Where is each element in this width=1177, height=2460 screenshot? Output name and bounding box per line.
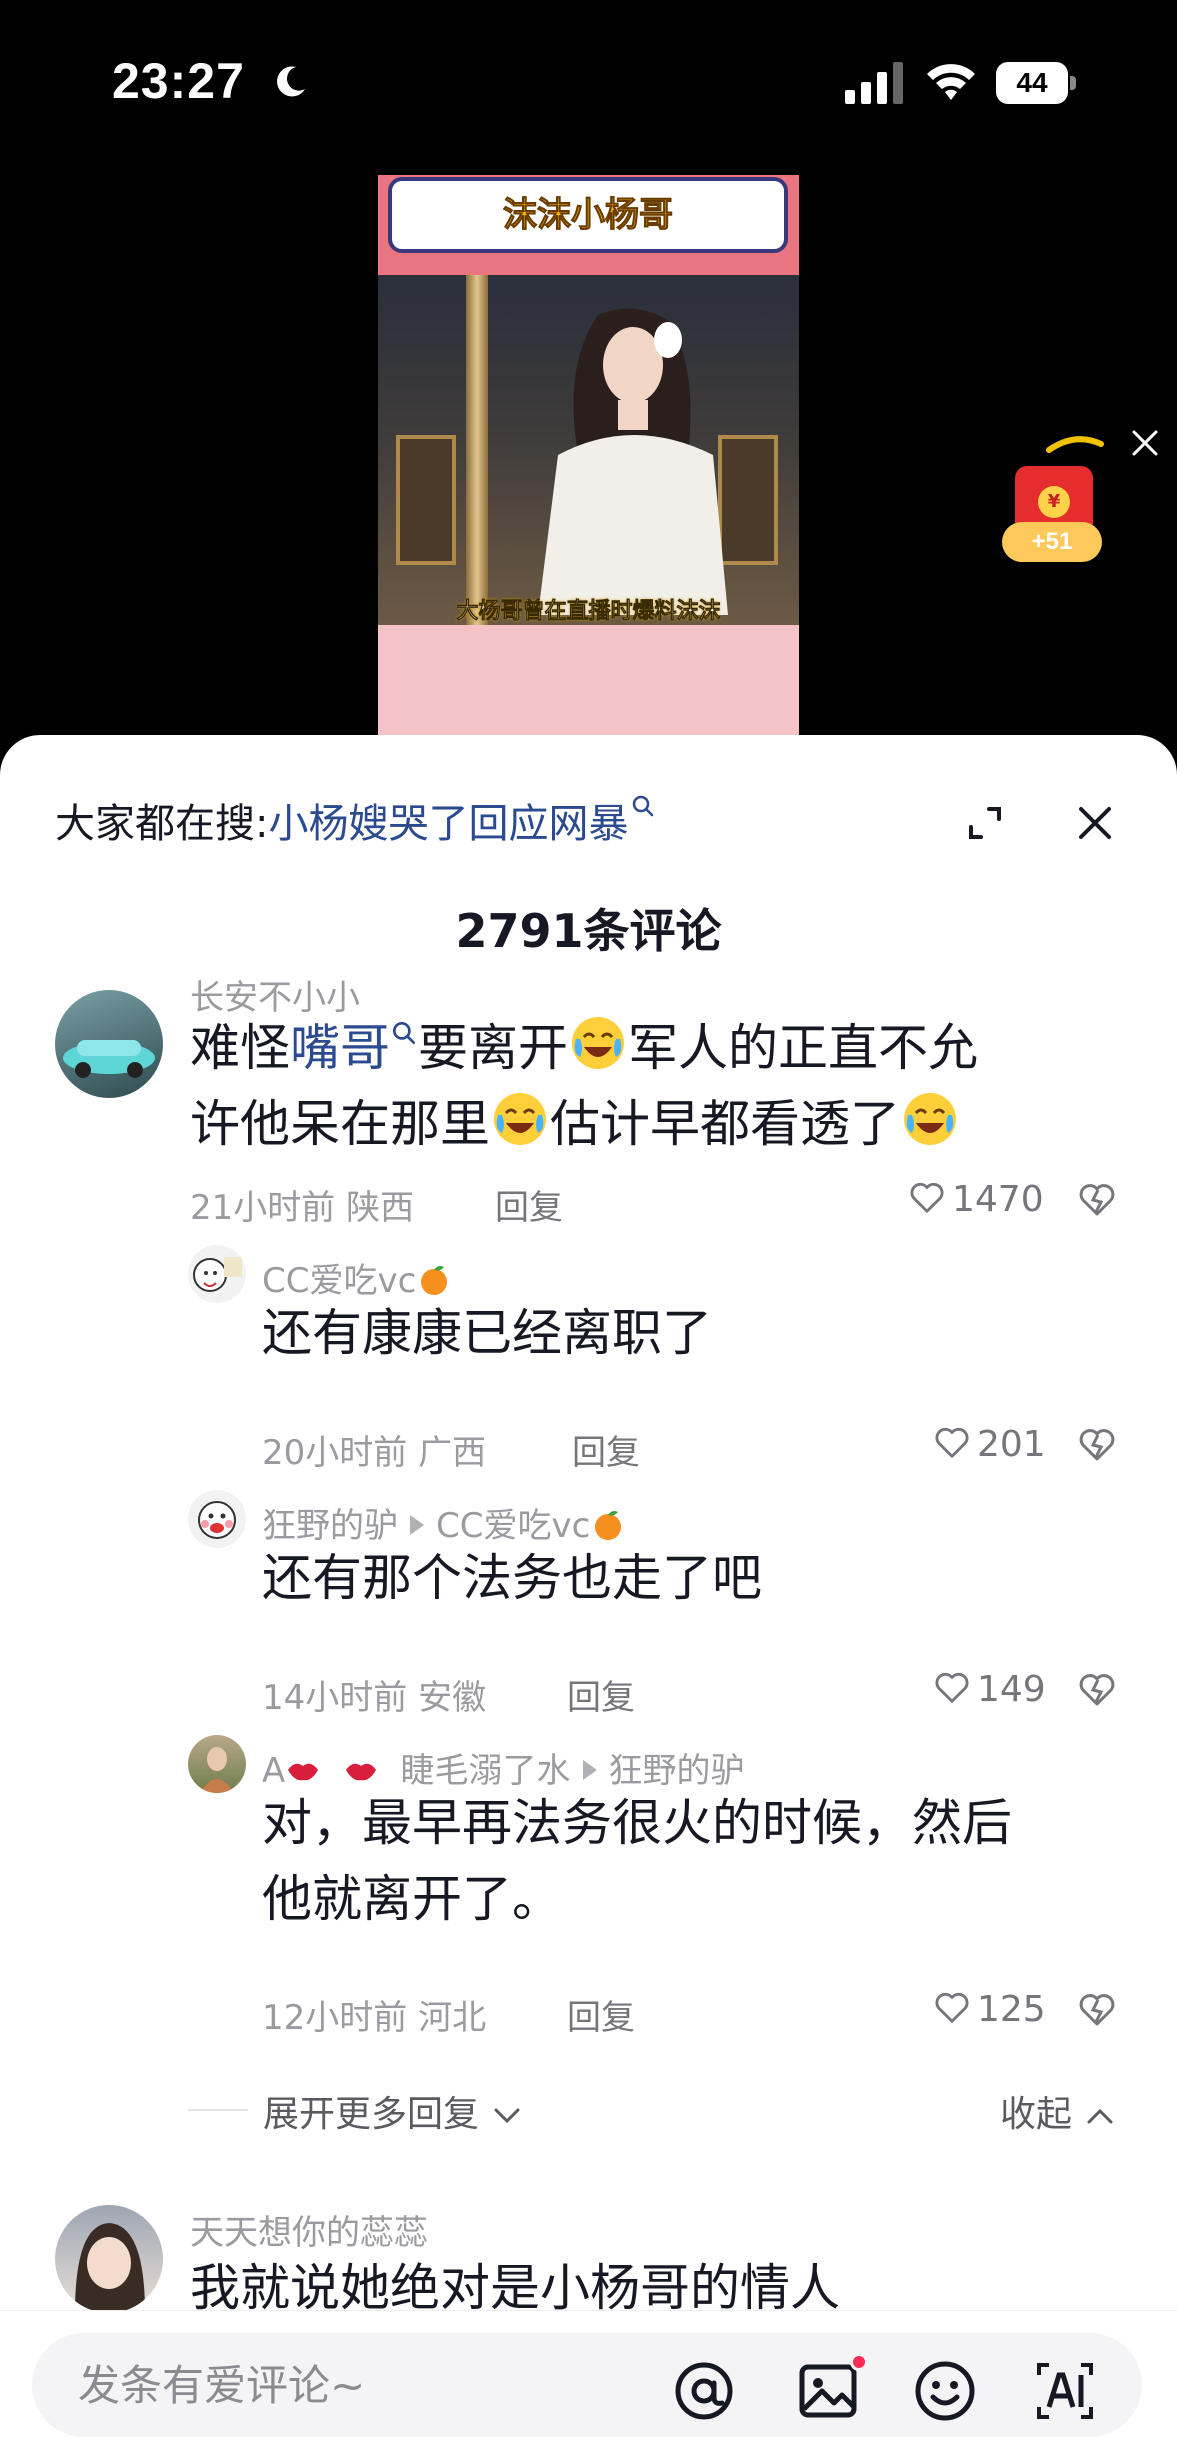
heart-icon xyxy=(935,1672,969,1703)
photo-avatar-image xyxy=(75,2223,145,2313)
emoji-icon[interactable] xyxy=(913,2359,977,2423)
heart-icon xyxy=(910,1182,944,1213)
video-player[interactable]: 沫沫小杨哥 大杨哥曾在直播时爆料沫沫 xyxy=(378,175,799,735)
reply-text: 还有康康已经离职了 xyxy=(262,1304,712,1362)
like-count: 1470 xyxy=(952,1179,1044,1220)
status-time: 23:27 xyxy=(112,53,245,109)
orange-emoji-icon xyxy=(595,1511,622,1540)
reply-button[interactable]: 回复 xyxy=(572,1425,640,1474)
comment-count: 2791条评论 xyxy=(455,904,722,958)
reply-text: 还有那个法务也走了吧 xyxy=(262,1549,762,1607)
video-figure-image xyxy=(538,308,728,615)
laugh-cry-emoji-icon xyxy=(494,1093,546,1145)
mention-icon[interactable] xyxy=(672,2359,736,2423)
dislike-icon[interactable] xyxy=(1077,1670,1117,1710)
comment-input[interactable] xyxy=(78,2343,638,2427)
reward-badge: +51 xyxy=(1002,522,1102,562)
image-icon[interactable] xyxy=(796,2359,860,2423)
orange-emoji-icon xyxy=(421,1266,448,1295)
reply-time-location: 20小时前 广西 xyxy=(262,1433,487,1473)
lips-emoji-icon xyxy=(345,1763,376,1781)
reply-button[interactable]: 回复 xyxy=(567,1670,635,1719)
avatar[interactable] xyxy=(188,1490,246,1548)
notification-dot xyxy=(850,2353,868,2371)
cellular-signal-icon xyxy=(845,62,903,104)
wifi-icon xyxy=(927,64,975,100)
chevron-down-icon xyxy=(494,2108,520,2124)
collapse-replies-button[interactable]: 收起 xyxy=(1000,2085,1117,2137)
avatar[interactable] xyxy=(188,1735,246,1793)
comment-input-bar xyxy=(0,2310,1177,2460)
reply-arrow-icon xyxy=(410,1515,424,1535)
cartoon-avatar-image xyxy=(193,1257,242,1292)
like-button[interactable]: 201 xyxy=(933,1423,1046,1467)
laugh-cry-emoji-icon xyxy=(572,1017,624,1069)
dislike-icon[interactable] xyxy=(1077,1990,1117,2030)
inline-search-link[interactable]: 嘴哥 xyxy=(290,1019,390,1077)
red-envelope-reward[interactable]: ¥ +51 xyxy=(1000,430,1110,570)
reply-text: 对，最早再法务很火的时候，然后 他就离开了。 xyxy=(262,1794,1012,1928)
like-button[interactable]: 149 xyxy=(933,1668,1046,1712)
dislike-icon[interactable] xyxy=(1077,1180,1117,1220)
comment-username[interactable]: 天天想你的蕊蕊 xyxy=(190,2205,428,2254)
video-title-banner: 沫沫小杨哥 xyxy=(388,177,788,253)
trending-search-link[interactable]: 小杨嫂哭了回应网暴 xyxy=(268,801,628,847)
search-icon xyxy=(633,795,654,817)
reply-time-location: 14小时前 安徽 xyxy=(262,1678,487,1718)
trending-search-label: 大家都在搜: xyxy=(55,801,269,847)
like-count: 125 xyxy=(977,1989,1046,2030)
comment-sheet: 大家都在搜:小杨嫂哭了回应网暴 2791条评论 长安不小小 难怪嘴哥 要离开 军人的… xyxy=(0,735,1177,2460)
moon-icon xyxy=(277,66,305,97)
dislike-icon[interactable] xyxy=(1077,1425,1117,1465)
close-sheet-icon[interactable] xyxy=(1075,803,1115,843)
car-avatar-image xyxy=(63,1040,155,1078)
avatar[interactable] xyxy=(55,2205,163,2313)
like-count: 149 xyxy=(977,1669,1046,1710)
chevron-up-icon xyxy=(1087,2108,1113,2124)
search-icon xyxy=(392,1021,416,1045)
status-bar: 23:27 44 xyxy=(0,0,1177,170)
avatar[interactable] xyxy=(55,990,163,1098)
comment-time-location: 21小时前 陕西 xyxy=(190,1188,415,1228)
comment-text: 难怪嘴哥 要离开 军人的正直不允 许他呆在那里 估计早都看透了 xyxy=(190,1010,1130,1162)
video-caption: 大杨哥曾在直播时爆料沫沫 xyxy=(456,599,721,625)
expand-more-replies-button[interactable]: 展开更多回复 xyxy=(263,2085,524,2137)
heart-icon xyxy=(935,1992,969,2023)
battery-level: 44 xyxy=(996,62,1068,104)
trending-search[interactable]: 大家都在搜:小杨嫂哭了回应网暴 xyxy=(55,793,656,853)
cartoon-avatar-image xyxy=(198,1501,236,1539)
photo-avatar-image xyxy=(200,1747,234,1793)
battery-indicator: 44 xyxy=(996,62,1076,104)
video-frame xyxy=(378,275,799,625)
video-title: 沫沫小杨哥 xyxy=(503,195,674,236)
reply-arrow-icon xyxy=(582,1760,597,1780)
laugh-cry-emoji-icon xyxy=(904,1093,956,1145)
lips-emoji-icon xyxy=(288,1763,319,1781)
reply-time-location: 12小时前 河北 xyxy=(262,1998,487,2038)
like-button[interactable]: 1470 xyxy=(908,1178,1044,1222)
like-button[interactable]: 125 xyxy=(933,1988,1046,2032)
ai-icon[interactable] xyxy=(1033,2359,1097,2423)
reply-button[interactable]: 回复 xyxy=(567,1990,635,2039)
avatar[interactable] xyxy=(188,1245,246,1303)
expand-icon[interactable] xyxy=(965,803,1005,843)
reply-button[interactable]: 回复 xyxy=(495,1180,563,1229)
like-count: 201 xyxy=(977,1424,1046,1465)
heart-icon xyxy=(935,1427,969,1458)
close-icon[interactable] xyxy=(1130,428,1160,458)
coin-icon: ¥ xyxy=(1038,486,1070,518)
